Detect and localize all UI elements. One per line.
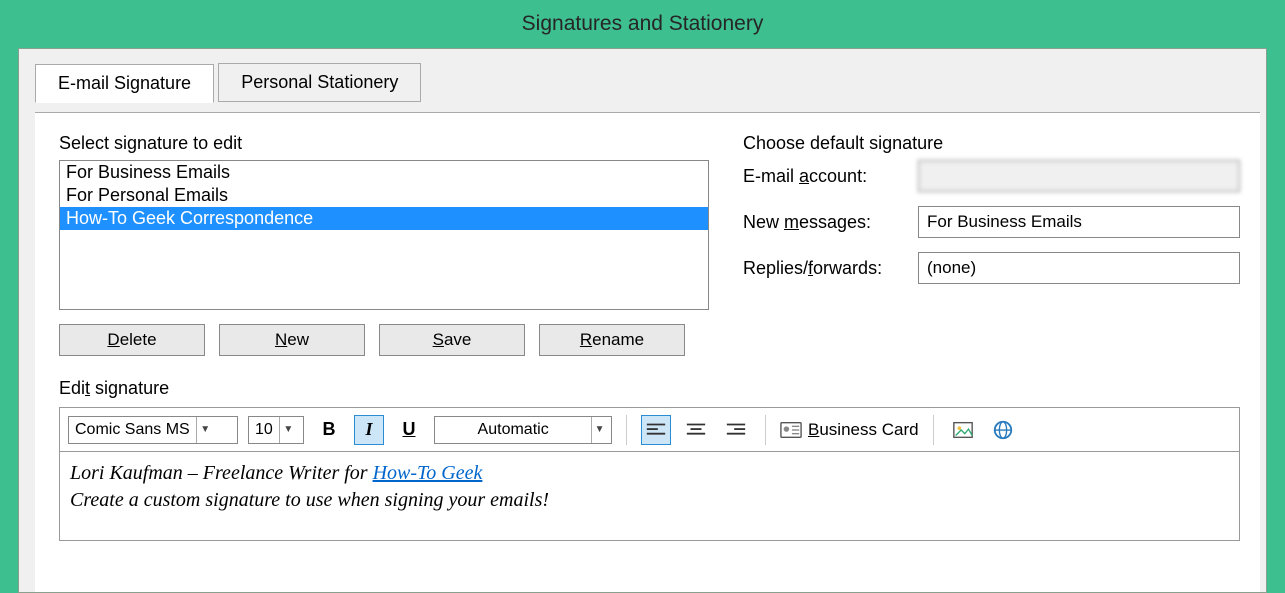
signature-editor[interactable]: Lori Kaufman – Freelance Writer for How-… (59, 451, 1240, 541)
replies-forwards-row: Replies/forwards: (none) (743, 252, 1240, 284)
new-button[interactable]: New (219, 324, 365, 356)
replies-forwards-combo[interactable]: (none) (918, 252, 1240, 284)
tab-panel: Select signature to edit For Business Em… (35, 112, 1260, 592)
dialog-body: E-mail Signature Personal Stationery Sel… (18, 48, 1267, 593)
signature-button-row: Delete New Save Rename (59, 324, 709, 356)
tab-personal-stationery[interactable]: Personal Stationery (218, 63, 421, 102)
edit-signature-group: Edit signature Comic Sans MS ▼ 10 ▼ B I … (59, 378, 1240, 541)
underline-button[interactable]: U (394, 415, 424, 445)
default-signature-group: Choose default signature E-mail account:… (743, 133, 1240, 356)
chevron-down-icon: ▼ (196, 417, 214, 443)
business-card-icon (780, 421, 802, 439)
replies-forwards-label: Replies/forwards: (743, 258, 918, 279)
hyperlink-icon (992, 419, 1014, 441)
list-item[interactable]: How-To Geek Correspondence (60, 207, 708, 230)
tabstrip: E-mail Signature Personal Stationery (19, 49, 1266, 99)
italic-button[interactable]: I (354, 415, 384, 445)
picture-icon (952, 419, 974, 441)
separator (933, 415, 934, 445)
rename-button[interactable]: Rename (539, 324, 685, 356)
select-signature-group: Select signature to edit For Business Em… (59, 133, 709, 356)
insert-picture-button[interactable] (948, 415, 978, 445)
window-title: Signatures and Stationery (0, 0, 1285, 48)
signature-listbox[interactable]: For Business Emails For Personal Emails … (59, 160, 709, 310)
email-account-combo[interactable] (918, 160, 1240, 192)
chevron-down-icon: ▼ (591, 417, 607, 443)
window: Signatures and Stationery E-mail Signatu… (0, 0, 1285, 593)
editor-toolbar: Comic Sans MS ▼ 10 ▼ B I U Automatic ▼ (59, 407, 1240, 451)
align-left-button[interactable] (641, 415, 671, 445)
align-right-button[interactable] (721, 415, 751, 445)
font-name-combo[interactable]: Comic Sans MS ▼ (68, 416, 238, 444)
list-item[interactable]: For Business Emails (60, 161, 708, 184)
separator (626, 415, 627, 445)
howto-geek-link[interactable]: How-To Geek (373, 462, 483, 484)
email-account-row: E-mail account: (743, 160, 1240, 192)
list-item[interactable]: For Personal Emails (60, 184, 708, 207)
business-card-button[interactable]: Business Card (780, 420, 919, 440)
default-signature-label: Choose default signature (743, 133, 1240, 154)
select-signature-label: Select signature to edit (59, 133, 709, 154)
chevron-down-icon: ▼ (279, 417, 297, 443)
editor-line: Create a custom signature to use when si… (70, 489, 1229, 512)
edit-signature-label: Edit signature (59, 378, 1240, 399)
new-messages-label: New messages: (743, 212, 918, 233)
align-center-button[interactable] (681, 415, 711, 445)
editor-line: Lori Kaufman – Freelance Writer for How-… (70, 462, 1229, 485)
delete-button[interactable]: Delete (59, 324, 205, 356)
bold-button[interactable]: B (314, 415, 344, 445)
insert-hyperlink-button[interactable] (988, 415, 1018, 445)
font-color-combo[interactable]: Automatic ▼ (434, 416, 612, 444)
email-account-label: E-mail account: (743, 166, 918, 187)
font-size-combo[interactable]: 10 ▼ (248, 416, 304, 444)
new-messages-row: New messages: For Business Emails (743, 206, 1240, 238)
new-messages-combo[interactable]: For Business Emails (918, 206, 1240, 238)
separator (765, 415, 766, 445)
tab-email-signature[interactable]: E-mail Signature (35, 64, 214, 103)
save-button[interactable]: Save (379, 324, 525, 356)
